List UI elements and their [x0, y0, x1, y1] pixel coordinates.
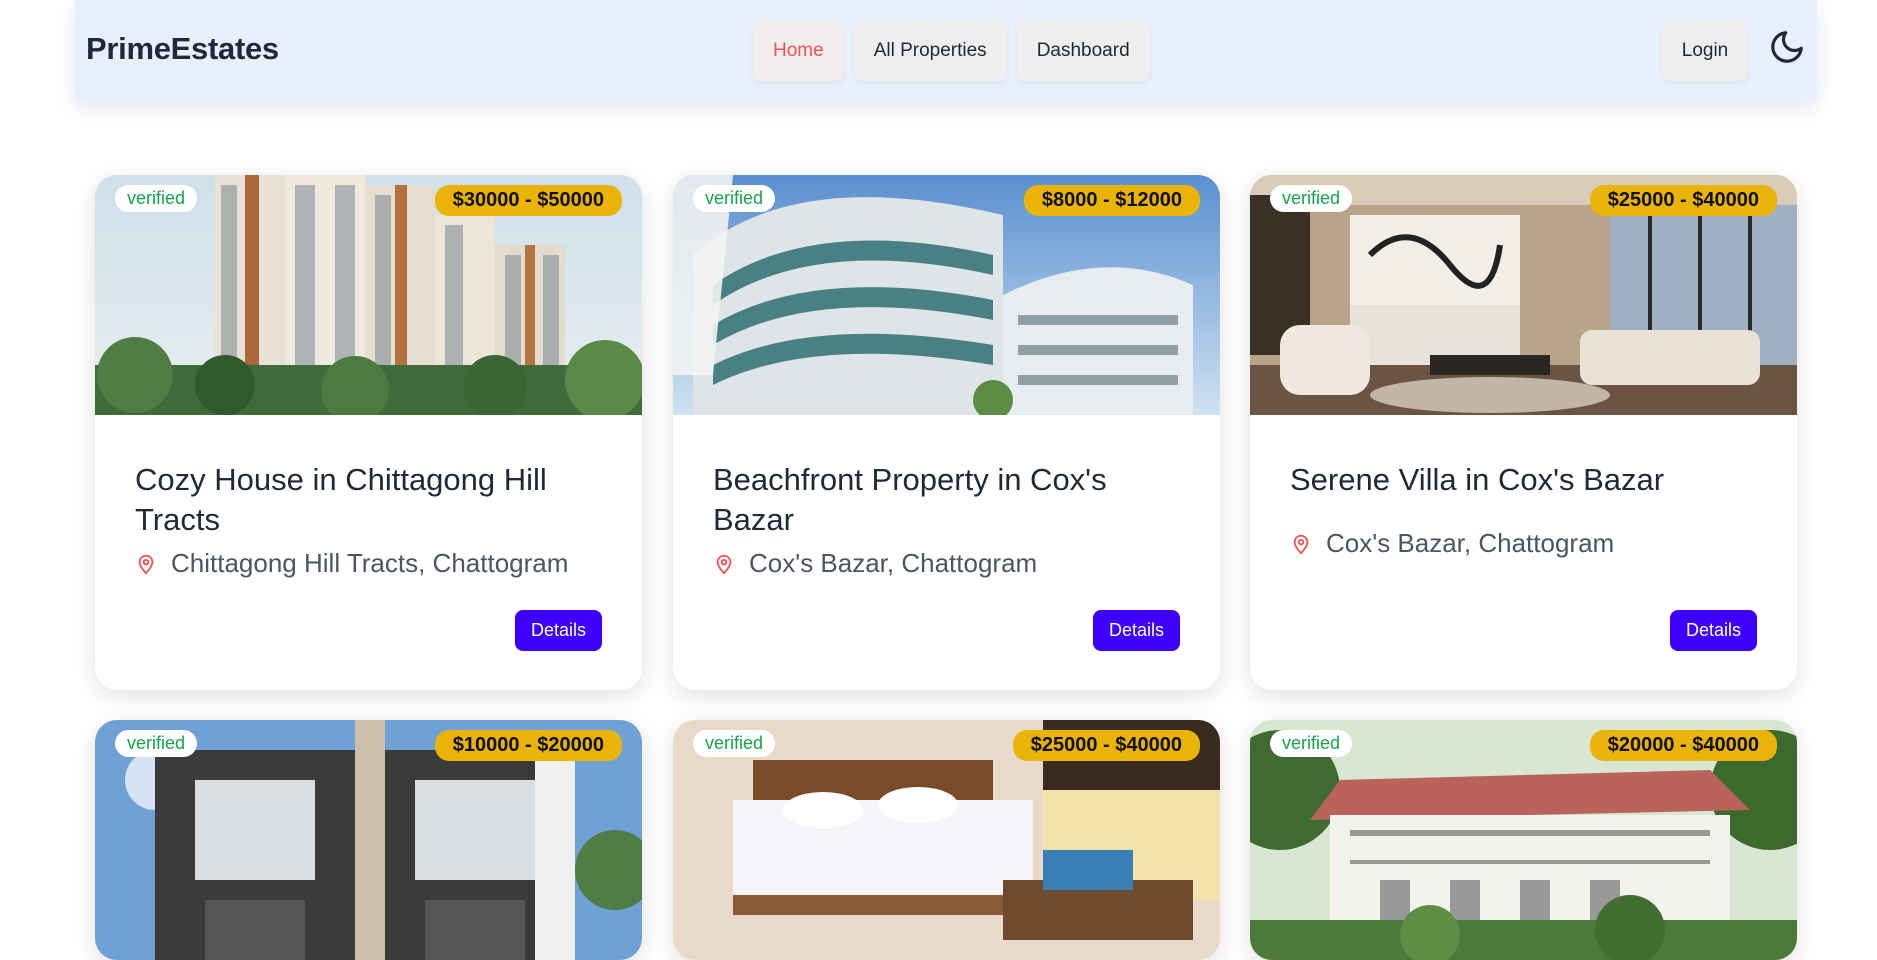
navbar: PrimeEstates Home All Properties Dashboa…	[75, 0, 1817, 100]
verified-badge: verified	[693, 185, 776, 212]
verified-badge: verified	[693, 730, 776, 757]
location-pin-icon	[716, 554, 732, 574]
property-card: verified $20000 - $40000	[1250, 720, 1797, 960]
price-badge: $8000 - $12000	[1023, 185, 1200, 216]
nav-dashboard[interactable]: Dashboard	[1016, 20, 1150, 81]
login-button[interactable]: Login	[1662, 20, 1748, 81]
location-pin-icon	[138, 554, 154, 574]
price-badge: $20000 - $40000	[1589, 730, 1777, 761]
property-location: Cox's Bazar, Chattogram	[1290, 528, 1614, 559]
property-card: verified $10000 - $20000	[95, 720, 642, 960]
details-button[interactable]: Details	[1669, 610, 1757, 651]
verified-badge: verified	[1270, 730, 1353, 757]
property-card: verified $25000 - $40000	[673, 720, 1220, 960]
location-pin-icon	[1293, 534, 1309, 554]
property-title: Serene Villa in Cox's Bazar	[1290, 462, 1665, 497]
brand-logo[interactable]: PrimeEstates	[86, 31, 279, 67]
details-button[interactable]: Details	[1092, 610, 1180, 651]
location-text: Cox's Bazar, Chattogram	[1326, 528, 1615, 558]
verified-badge: verified	[115, 185, 198, 212]
verified-badge: verified	[1270, 185, 1353, 212]
property-title: Beachfront Property in Cox's Bazar	[713, 462, 1107, 537]
property-location: Cox's Bazar, Chattogram	[713, 548, 1037, 579]
property-card: verified $8000 - $12000 Beachfront Prope…	[673, 175, 1220, 690]
property-card: verified $25000 - $40000 Serene Villa in…	[1250, 175, 1797, 690]
verified-badge: verified	[115, 730, 198, 757]
property-location: Chittagong Hill Tracts, Chattogram	[135, 548, 568, 579]
nav-links: Home All Properties Dashboard	[753, 20, 1150, 81]
price-badge: $25000 - $40000	[1589, 185, 1777, 216]
details-button[interactable]: Details	[514, 610, 602, 651]
nav-home[interactable]: Home	[753, 20, 844, 81]
property-title: Cozy House in Chittagong Hill Tracts	[135, 462, 547, 537]
location-text: Cox's Bazar, Chattogram	[749, 548, 1038, 578]
price-badge: $30000 - $50000	[434, 185, 622, 216]
price-badge: $10000 - $20000	[434, 730, 622, 761]
moon-icon[interactable]	[1768, 28, 1806, 66]
property-card: verified $30000 - $50000 Cozy House in C…	[95, 175, 642, 690]
nav-all-properties[interactable]: All Properties	[853, 20, 1007, 81]
location-text: Chittagong Hill Tracts, Chattogram	[171, 548, 569, 578]
price-badge: $25000 - $40000	[1012, 730, 1200, 761]
